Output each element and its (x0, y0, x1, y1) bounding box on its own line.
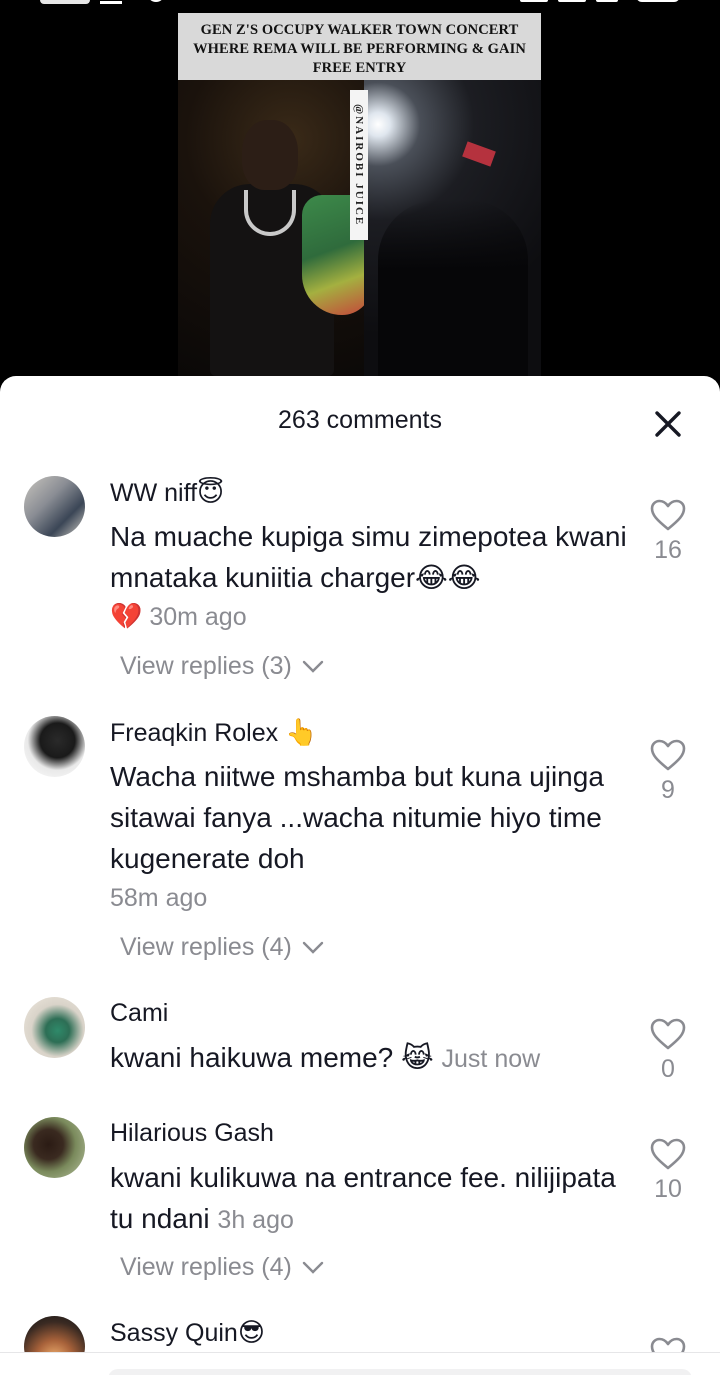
close-button[interactable] (648, 404, 688, 444)
comment-time: 30m ago (149, 603, 247, 631)
like-button[interactable]: 16 (642, 498, 694, 565)
heart-outline-icon (650, 499, 686, 531)
like-count: 16 (654, 536, 682, 564)
comment-body: kwani haikuwa meme? 😹 (110, 1042, 434, 1073)
chevron-down-icon (302, 1262, 323, 1275)
add-comment-input[interactable] (108, 1369, 692, 1375)
avatar[interactable] (24, 716, 85, 777)
notification-icon (100, 0, 122, 4)
comment-username[interactable]: Cami (110, 999, 168, 1028)
wifi-icon (596, 0, 618, 2)
username-text: Sassy Quin (110, 1319, 238, 1347)
username-text: WW niff (110, 479, 198, 507)
username-emoji: 😇 (197, 478, 225, 508)
avatar[interactable] (24, 1117, 85, 1178)
heart-outline-icon (650, 1018, 686, 1050)
like-button[interactable]: 10 (642, 1137, 694, 1204)
screen: GEN Z'S OCCUPY WALKER TOWN CONCERT WHERE… (0, 0, 720, 1375)
video-headline: GEN Z'S OCCUPY WALKER TOWN CONCERT WHERE… (178, 13, 541, 80)
like-count: 9 (661, 776, 675, 804)
chevron-down-icon (302, 942, 323, 955)
username-emoji: 😎 (237, 1318, 265, 1348)
like-count: 10 (654, 1175, 682, 1203)
comment-time: 3h ago (217, 1206, 294, 1234)
comment-text: kwani haikuwa meme? 😹 Just now (110, 1037, 650, 1080)
view-replies-button[interactable]: View replies (4) (120, 933, 325, 962)
whatsapp-icon (148, 0, 164, 2)
watermark: @NAIROBI JUICE (350, 90, 368, 240)
avatar[interactable] (24, 476, 85, 537)
view-replies-label: View replies (3) (120, 652, 292, 680)
like-count: 0 (661, 1055, 675, 1083)
comment-username[interactable]: Hilarious Gash (110, 1119, 274, 1148)
comment-time: 58m ago (110, 884, 208, 912)
comment-username[interactable]: Sassy Quin😎 (110, 1318, 265, 1348)
heart-outline-icon (650, 1138, 686, 1170)
like-button[interactable]: 9 (642, 738, 694, 805)
comment-meta: 💔 30m ago (110, 602, 247, 632)
close-icon (655, 411, 681, 437)
comments-sheet: 263 comments WW niff😇 Na muache kupiga s… (0, 376, 720, 1375)
comment-username[interactable]: WW niff😇 (110, 478, 224, 508)
comment-text: Na muache kupiga simu zimepotea kwani mn… (110, 521, 627, 593)
signal-icon (558, 0, 586, 2)
comment-text: kwani kulikuwa na entrance fee. nilijipa… (110, 1157, 630, 1241)
chevron-down-icon (302, 661, 323, 674)
performer-figure (202, 120, 372, 376)
signal-icon (520, 0, 548, 2)
heart-outline-icon (650, 739, 686, 771)
comment-time: Just now (441, 1045, 541, 1073)
status-bar (0, 0, 720, 8)
comment-input-bar (0, 1352, 720, 1375)
meta-emoji: 💔 (110, 602, 143, 632)
video-thumbnail[interactable]: @NAIROBI JUICE (178, 80, 541, 376)
view-replies-button[interactable]: View replies (3) (120, 652, 325, 681)
comments-count-title: 263 comments (278, 406, 442, 434)
username-emoji: 👆 (285, 718, 318, 748)
battery-icon (636, 0, 680, 2)
comment-username[interactable]: Freaqkin Rolex 👆 (110, 718, 317, 748)
like-button[interactable]: 0 (642, 1017, 694, 1084)
comment-text: Wacha niitwe mshamba but kuna ujinga sit… (110, 761, 604, 874)
view-replies-label: View replies (4) (120, 933, 292, 961)
status-time (40, 0, 90, 4)
avatar[interactable] (24, 997, 85, 1058)
crowd-silhouette (378, 200, 528, 376)
comment-body: kwani kulikuwa na entrance fee. nilijipa… (110, 1162, 616, 1234)
performer-head (242, 120, 298, 190)
video-left-panel (178, 80, 372, 376)
view-replies-label: View replies (4) (120, 1253, 292, 1281)
view-replies-button[interactable]: View replies (4) (120, 1253, 325, 1282)
username-text: Freaqkin Rolex (110, 719, 279, 747)
